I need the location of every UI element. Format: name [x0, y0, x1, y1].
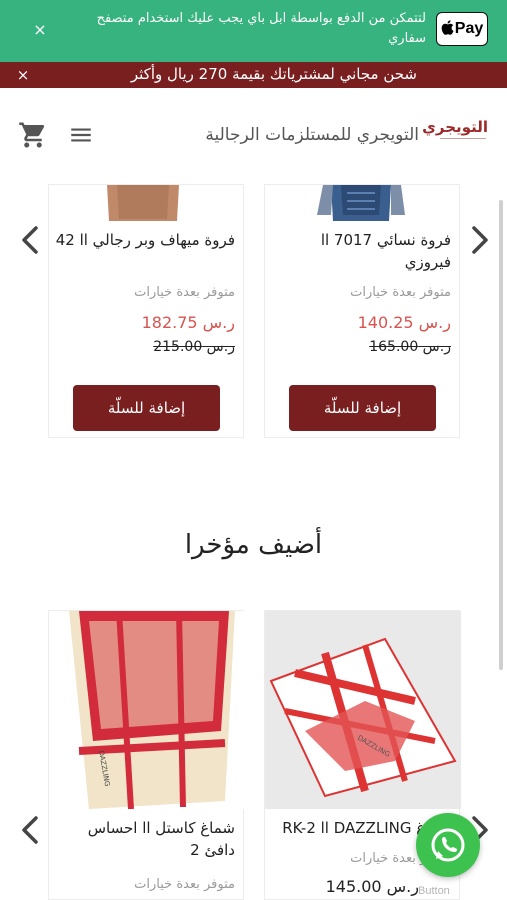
product-card[interactable]: فروة نسائي 7017 اا فيروزي متوفر بعدة خيا… — [264, 184, 460, 438]
carousel-prev-arrow-icon[interactable] — [16, 222, 44, 258]
applepay-badge-label: Pay — [454, 20, 484, 37]
section-title-recently-added: أضيف مؤخرا — [184, 530, 323, 560]
add-to-cart-button[interactable]: إضافة للسلّة — [73, 385, 220, 431]
product-image[interactable] — [103, 185, 183, 221]
whatsapp-button-caption: Button — [418, 885, 450, 897]
whatsapp-chat-button[interactable] — [416, 813, 480, 877]
applepay-close-icon[interactable]: × — [30, 20, 50, 40]
hamburger-menu-icon[interactable] — [68, 122, 94, 148]
product-image[interactable] — [311, 185, 411, 221]
product-card[interactable]: DAZZLING شماغ كاستل اا احساس دافئ 2 متوف… — [48, 610, 245, 900]
free-shipping-message: شحن مجاني لمشترياتك بقيمة 270 ريال وأكثر — [130, 65, 417, 83]
product-image[interactable]: DAZZLING — [49, 611, 245, 809]
product-name[interactable]: فروة نسائي 7017 اا فيروزي — [271, 229, 451, 273]
product-card[interactable]: فروة ميهاف وبر رجالي اا 42 متوفر بعدة خي… — [48, 184, 244, 438]
whatsapp-icon — [431, 828, 465, 862]
apple-logo-icon — [441, 20, 454, 38]
product-image[interactable]: DAZZLING — [265, 611, 461, 809]
carousel-next-arrow-icon[interactable] — [466, 222, 494, 258]
product-name[interactable]: فروة ميهاف وبر رجالي اا 42 — [55, 229, 235, 251]
carousel-prev-arrow-icon[interactable] — [16, 812, 44, 848]
product-availability: متوفر بعدة خيارات — [134, 877, 235, 892]
product-price: ر.س 140.25 — [357, 313, 451, 332]
product-availability: متوفر بعدة خيارات — [350, 285, 451, 300]
add-to-cart-button[interactable]: إضافة للسلّة — [289, 385, 436, 431]
cart-icon[interactable] — [18, 120, 48, 150]
site-name[interactable]: التويجري للمستلزمات الرجالية — [205, 125, 419, 145]
applepay-badge: Pay — [436, 12, 488, 46]
product-availability: متوفر بعدة خيارات — [134, 285, 235, 300]
logo-text: التويجري — [422, 118, 488, 136]
product-price: ر.س 145.00 — [325, 877, 419, 896]
free-shipping-banner: شحن مجاني لمشترياتك بقيمة 270 ريال وأكثر… — [0, 62, 507, 88]
applepay-notice-banner: Pay لتتمكن من الدفع بواسطة ابل باي يجب ع… — [0, 0, 507, 62]
page-scrollbar[interactable] — [499, 200, 503, 670]
product-old-price: ر.س 165.00 — [369, 339, 451, 355]
product-price: ر.س 182.75 — [141, 313, 235, 332]
site-header: التويجري للمستلزمات الرجالية التويجري — [0, 88, 507, 184]
product-old-price: ر.س 215.00 — [153, 339, 235, 355]
applepay-message: لتتمكن من الدفع بواسطة ابل باي يجب عليك … — [96, 11, 426, 46]
site-logo[interactable]: التويجري — [422, 118, 488, 152]
product-name[interactable]: شماغ كاستل اا احساس دافئ 2 — [55, 817, 235, 861]
shipping-close-icon[interactable]: × — [14, 65, 32, 85]
logo-underline — [440, 138, 486, 142]
